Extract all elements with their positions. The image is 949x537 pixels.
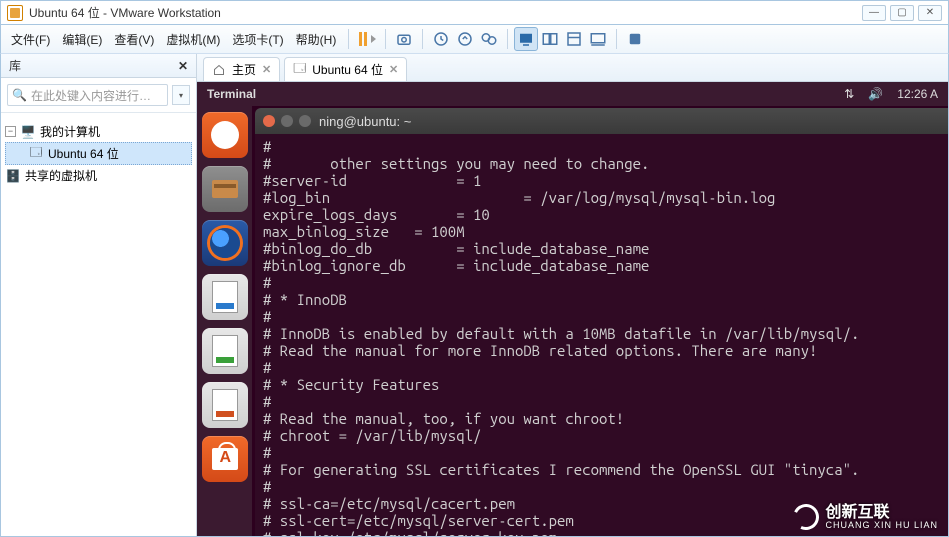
launcher-writer-icon[interactable] <box>202 274 248 320</box>
terminal-body[interactable]: # # other settings you may need to chang… <box>255 134 948 536</box>
tree-row-ubuntu-64[interactable]: 🗔 Ubuntu 64 位 <box>5 142 192 165</box>
watermark: 创新互联 CHUANG XIN HU LIAN <box>793 504 938 530</box>
document-tabs: 主页 ✕ 🗔 Ubuntu 64 位 ✕ <box>197 54 948 82</box>
view-console-button[interactable] <box>514 27 538 51</box>
menu-tabs[interactable]: 选项卡(T) <box>226 27 289 52</box>
tab-home-label: 主页 <box>232 61 256 78</box>
watermark-sub: CHUANG XIN HU LIAN <box>825 521 938 530</box>
menu-view[interactable]: 查看(V) <box>108 27 160 52</box>
launcher-files-icon[interactable] <box>202 166 248 212</box>
terminal-title: ning@ubuntu: ~ <box>319 114 411 129</box>
launcher-firefox-icon[interactable] <box>202 220 248 266</box>
tab-vm-close[interactable]: ✕ <box>389 63 398 76</box>
network-icon[interactable]: ⇅ <box>844 87 854 101</box>
terminal-minimize-button[interactable] <box>281 115 293 127</box>
terminal-maximize-button[interactable] <box>299 115 311 127</box>
terminal-close-button[interactable] <box>263 115 275 127</box>
launcher-software-icon[interactable]: A <box>202 436 248 482</box>
launcher-calc-icon[interactable] <box>202 328 248 374</box>
search-dropdown-button[interactable]: ▾ <box>172 85 190 105</box>
vm-tab-icon: 🗔 <box>293 59 306 80</box>
maximize-button[interactable]: ▢ <box>890 5 914 21</box>
tab-vm-label: Ubuntu 64 位 <box>312 61 383 78</box>
menu-help[interactable]: 帮助(H) <box>290 27 343 52</box>
snapshot-button[interactable] <box>392 27 416 51</box>
search-placeholder: 在此处键入内容进行… <box>31 87 151 104</box>
collapse-icon[interactable]: − <box>5 126 16 137</box>
tab-home-close[interactable]: ✕ <box>262 63 271 76</box>
tree-row-my-computer[interactable]: − 🖥️ 我的计算机 <box>5 121 192 142</box>
view-sidebyside-button[interactable] <box>538 27 562 51</box>
snapshot-revert-button[interactable] <box>453 27 477 51</box>
minimize-button[interactable]: — <box>862 5 886 21</box>
menubar: 文件(F) 编辑(E) 查看(V) 虚拟机(M) 选项卡(T) 帮助(H) <box>0 24 949 54</box>
menu-edit[interactable]: 编辑(E) <box>56 27 108 52</box>
ubuntu-menubar: Terminal ⇅ 🔊 12:26 A <box>197 82 948 106</box>
close-button[interactable]: ✕ <box>918 5 942 21</box>
home-icon <box>212 64 226 76</box>
search-icon: 🔍 <box>12 88 27 102</box>
tree-label-child: Ubuntu 64 位 <box>48 145 119 162</box>
sound-icon[interactable]: 🔊 <box>868 87 883 101</box>
launcher-impress-icon[interactable] <box>202 382 248 428</box>
watermark-brand: 创新互联 <box>825 505 938 521</box>
pause-button[interactable] <box>355 27 379 51</box>
tab-home[interactable]: 主页 ✕ <box>203 57 280 81</box>
tab-vm[interactable]: 🗔 Ubuntu 64 位 ✕ <box>284 57 407 81</box>
vm-icon: 🗔 <box>28 147 44 161</box>
view-unity-button[interactable] <box>562 27 586 51</box>
terminal-titlebar[interactable]: ning@ubuntu: ~ <box>255 108 948 134</box>
menu-vm[interactable]: 虚拟机(M) <box>160 27 226 52</box>
sidebar-close-button[interactable]: ✕ <box>178 59 188 73</box>
computer-icon: 🖥️ <box>20 125 36 139</box>
snapshot-manager-button[interactable] <box>477 27 501 51</box>
tree-label-root: 我的计算机 <box>40 123 100 140</box>
vm-console[interactable]: Terminal ⇅ 🔊 12:26 A A <box>197 82 948 536</box>
tree-row-shared[interactable]: 🗄️ 共享的虚拟机 <box>5 165 192 186</box>
watermark-logo-icon <box>790 500 823 533</box>
launcher-dash-icon[interactable] <box>202 112 248 158</box>
shared-icon: 🗄️ <box>5 169 21 183</box>
terminal-window[interactable]: ning@ubuntu: ~ # # other settings you ma… <box>253 106 948 536</box>
view-library-button[interactable] <box>623 27 647 51</box>
tree-label-shared: 共享的虚拟机 <box>25 167 97 184</box>
unity-launcher: A <box>197 106 253 536</box>
search-input[interactable]: 🔍 在此处键入内容进行… <box>7 84 168 106</box>
snapshot-take-button[interactable] <box>429 27 453 51</box>
sidebar-title: 库 <box>9 57 21 74</box>
ubuntu-active-app: Terminal <box>207 87 256 101</box>
host-titlebar: Ubuntu 64 位 - VMware Workstation — ▢ ✕ <box>0 0 949 24</box>
clock-text[interactable]: 12:26 A <box>897 87 938 101</box>
view-fullscreen-button[interactable] <box>586 27 610 51</box>
library-sidebar: 库 ✕ 🔍 在此处键入内容进行… ▾ − 🖥️ 我的计算机 🗔 Ubuntu 6… <box>1 54 197 536</box>
window-title: Ubuntu 64 位 - VMware Workstation <box>29 4 862 21</box>
menu-file[interactable]: 文件(F) <box>5 27 56 52</box>
library-tree: − 🖥️ 我的计算机 🗔 Ubuntu 64 位 🗄️ 共享的虚拟机 <box>1 113 196 194</box>
app-icon <box>7 5 23 21</box>
